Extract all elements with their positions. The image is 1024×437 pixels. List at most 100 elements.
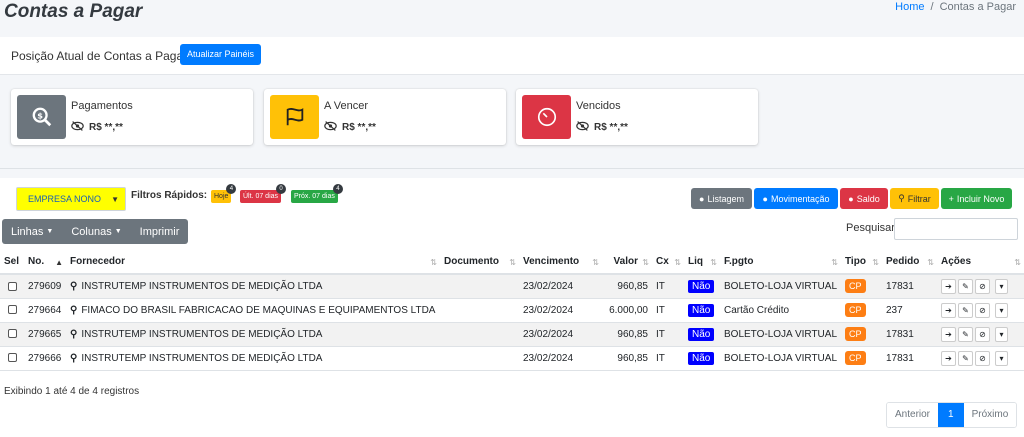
col-acoes-label: Ações	[941, 256, 972, 267]
col-cx[interactable]: Cx ⇅	[652, 250, 684, 275]
eye-slash-icon[interactable]	[324, 121, 337, 134]
row-select-cell	[0, 346, 24, 371]
prev-page-button[interactable]: Anterior	[887, 403, 939, 427]
cell-valor: 960,85	[602, 322, 652, 347]
quick-filter-count: 4	[226, 184, 237, 194]
arrow-right-icon[interactable]: ➔	[941, 278, 956, 294]
pagination: Anterior 1 Próximo	[886, 402, 1018, 428]
filtrar-label: Filtrar	[907, 193, 931, 204]
eye-slash-icon[interactable]	[576, 121, 589, 134]
cell-fpgto: BOLETO-LOJA VIRTUAL	[720, 322, 841, 347]
quick-filter-ult-7-dias[interactable]: Últ. 07 dias 0	[240, 184, 287, 203]
breadcrumb-home-link[interactable]: Home	[895, 1, 924, 13]
search-icon[interactable]: ⚲	[70, 305, 77, 316]
position-bar: Posição Atual de Contas a Pagar Atualiza…	[0, 37, 1024, 75]
edit-icon[interactable]: ✎	[958, 326, 973, 342]
table-row: 279664 ⚲ FIMACO DO BRASIL FABRICACAO DE MA…	[0, 298, 1024, 323]
fornecedor-name: INSTRUTEMP INSTRUMENTOS DE MEDIÇÃO LTDA	[81, 280, 323, 292]
edit-icon[interactable]: ✎	[958, 350, 973, 366]
row-checkbox[interactable]	[8, 305, 17, 315]
quick-filter-hoje[interactable]: Hoje 4	[211, 184, 237, 203]
fornecedor-name: INSTRUTEMP INSTRUMENTOS DE MEDIÇÃO LTDA	[81, 352, 323, 364]
quick-filter-prox-7-dias[interactable]: Próx. 07 dias 4	[291, 184, 343, 203]
cell-vencimento: 23/02/2024	[519, 322, 602, 347]
eye-slash-icon[interactable]	[71, 121, 84, 134]
col-fornecedor-label: Fornecedor	[70, 256, 126, 267]
row-checkbox[interactable]	[8, 281, 17, 291]
refresh-panels-button[interactable]: Atualizar Painéis	[180, 44, 262, 65]
ban-icon[interactable]: ⊘	[975, 350, 990, 366]
cell-tipo: CP	[841, 274, 882, 299]
cell-cx: IT	[652, 322, 684, 347]
cell-cx: IT	[652, 346, 684, 371]
caret-down-icon: ▼	[114, 228, 122, 235]
edit-icon[interactable]: ✎	[958, 302, 973, 318]
filtrar-button[interactable]: ⚲ Filtrar	[890, 188, 939, 209]
next-page-button[interactable]: Próximo	[963, 403, 1017, 427]
colunas-dropdown[interactable]: Colunas ▼	[62, 226, 130, 238]
arrow-right-icon[interactable]: ➔	[941, 350, 956, 366]
search-dollar-icon: $	[17, 95, 66, 139]
position-title: Posição Atual de Contas a Pagar	[11, 49, 188, 63]
search-input[interactable]	[894, 218, 1018, 240]
caret-down-icon[interactable]: ▾	[995, 302, 1008, 318]
quick-filter-label: Próx. 07 dias	[294, 193, 335, 200]
quick-filter-count: 0	[276, 184, 287, 194]
caret-down-icon[interactable]: ▾	[995, 326, 1008, 342]
sort-icon: ⇅	[1014, 258, 1021, 267]
linhas-dropdown[interactable]: Linhas ▼	[2, 226, 62, 238]
ban-icon[interactable]: ⊘	[975, 302, 990, 318]
saldo-button[interactable]: ● Saldo	[840, 188, 888, 209]
col-fpgto[interactable]: F.pgto ⇅	[720, 250, 841, 275]
fornecedor-name: INSTRUTEMP INSTRUMENTOS DE MEDIÇÃO LTDA	[81, 328, 323, 340]
incluir-novo-button[interactable]: + Incluir Novo	[941, 188, 1012, 209]
search-icon[interactable]: ⚲	[70, 281, 77, 292]
cell-fornecedor: ⚲ FIMACO DO BRASIL FABRICACAO DE MAQUINAS…	[66, 298, 440, 323]
cell-acoes: ➔ ✎ ⊘ ▾	[937, 346, 1024, 371]
eye-icon: ●	[762, 193, 768, 204]
cell-acoes: ➔ ✎ ⊘ ▾	[937, 274, 1024, 299]
page-1-button[interactable]: 1	[938, 403, 964, 427]
liq-badge: Não	[688, 303, 715, 317]
col-documento[interactable]: Documento ⇅	[440, 250, 519, 275]
search-icon[interactable]: ⚲	[70, 353, 77, 364]
liq-badge: Não	[688, 351, 715, 365]
edit-icon[interactable]: ✎	[958, 278, 973, 294]
col-tipo-label: Tipo	[845, 256, 866, 267]
card-amount: R$ **,**	[342, 122, 376, 133]
fornecedor-name: FIMACO DO BRASIL FABRICACAO DE MAQUINAS …	[81, 304, 436, 316]
col-liq[interactable]: Liq ⇅	[684, 250, 720, 275]
colunas-label: Colunas	[71, 225, 112, 238]
col-valor[interactable]: Valor ⇅	[602, 250, 652, 275]
arrow-right-icon[interactable]: ➔	[941, 326, 956, 342]
ban-icon[interactable]: ⊘	[975, 278, 990, 294]
col-no-label: No.	[28, 256, 45, 267]
quick-filter-count: 4	[332, 184, 343, 194]
row-select-cell	[0, 298, 24, 323]
col-no[interactable]: No. ▲	[24, 250, 66, 275]
caret-down-icon[interactable]: ▾	[995, 350, 1008, 366]
col-liq-label: Liq	[688, 256, 703, 267]
movimentacao-button[interactable]: ● Movimentação	[754, 188, 838, 209]
caret-down-icon[interactable]: ▾	[995, 278, 1008, 294]
listagem-button[interactable]: ● Listagem	[691, 188, 752, 209]
quick-filters-label: Filtros Rápidos:	[131, 190, 208, 201]
cell-vencimento: 23/02/2024	[519, 274, 602, 299]
cell-no: 279664	[24, 298, 66, 323]
cell-vencimento: 23/02/2024	[519, 298, 602, 323]
card-vencidos: Vencidos R$ **,**	[516, 89, 758, 145]
col-pedido[interactable]: Pedido ⇅	[882, 250, 937, 275]
col-vencimento[interactable]: Vencimento ⇅	[519, 250, 602, 275]
cell-documento	[440, 298, 519, 323]
empresa-select[interactable]: EMPRESA NONO ▼	[16, 187, 126, 211]
row-checkbox[interactable]	[8, 353, 17, 363]
tipo-badge: CP	[845, 327, 866, 341]
cell-cx: IT	[652, 274, 684, 299]
imprimir-button[interactable]: Imprimir	[131, 226, 189, 238]
col-tipo[interactable]: Tipo ⇅	[841, 250, 882, 275]
search-icon[interactable]: ⚲	[70, 329, 77, 340]
row-checkbox[interactable]	[8, 329, 17, 339]
arrow-right-icon[interactable]: ➔	[941, 302, 956, 318]
ban-icon[interactable]: ⊘	[975, 326, 990, 342]
col-fornecedor[interactable]: Fornecedor ⇅	[66, 250, 440, 275]
